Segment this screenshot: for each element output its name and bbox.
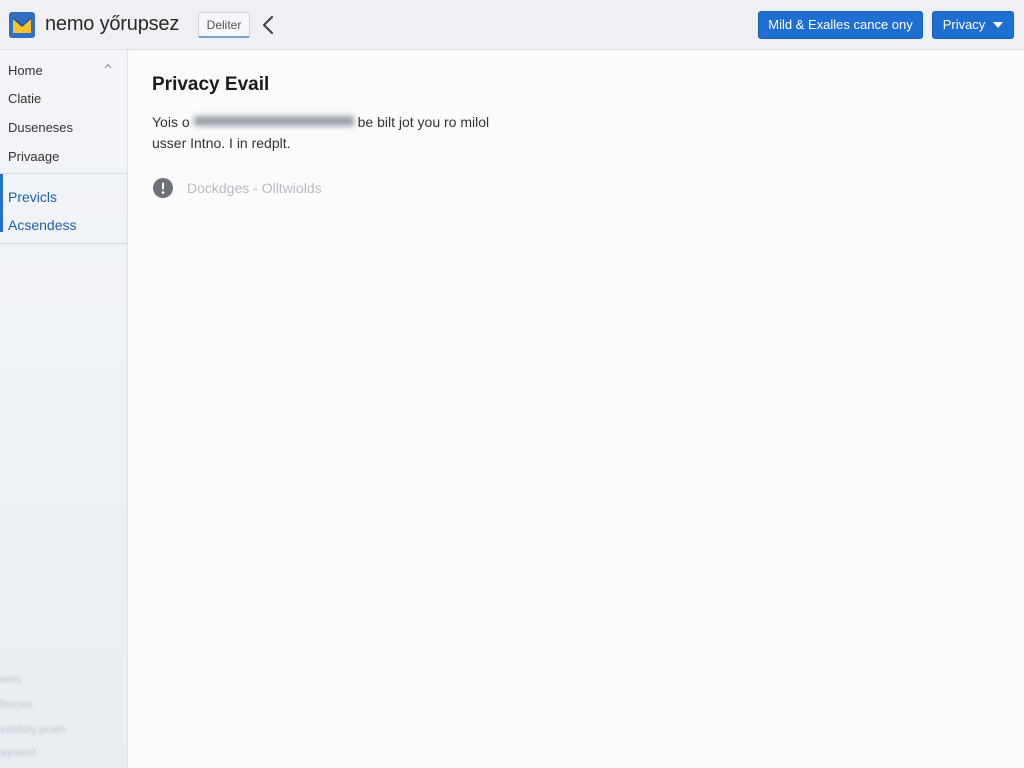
sidebar-item-clatie[interactable]: Clatie — [8, 91, 41, 106]
main-content: Privacy Evail Yois o be bilt jot you ro m… — [129, 51, 1024, 768]
top-header: nemo yőrupsez Deliter Mild & Exalles can… — [0, 0, 1024, 50]
app-title: nemo yőrupsez — [45, 13, 180, 35]
privacy-button-label: Privacy — [942, 17, 986, 32]
sidebar-faded-item: hooss — [0, 697, 33, 711]
active-indicator — [0, 174, 3, 232]
app-logo-icon[interactable] — [8, 11, 36, 39]
sidebar-link-acsendess[interactable]: Acsendess — [8, 217, 76, 233]
sidebar-faded-item: veldsly.poen — [0, 722, 66, 736]
app-window: nemo yőrupsez Deliter Mild & Exalles can… — [0, 0, 1024, 768]
sidebar-divider — [0, 243, 127, 244]
redacted-text — [193, 116, 354, 126]
caret-down-icon — [993, 22, 1004, 28]
status-text: Dockdges - Olltwiolds — [187, 180, 322, 196]
info-icon — [153, 178, 173, 198]
sidebar-faded-item: ayoent — [0, 745, 37, 759]
description-line-1: Yois o be bilt jot you ro milol — [152, 114, 489, 130]
description-start: Yois o — [152, 114, 190, 130]
description-line-2: usser Intno. I in redplt. — [152, 135, 291, 151]
sidebar-faded-item: wes — [0, 672, 22, 686]
chevron-left-icon[interactable] — [258, 14, 278, 36]
privacy-dropdown-button[interactable]: Privacy — [932, 11, 1014, 39]
tab-deliter[interactable]: Deliter — [198, 12, 250, 38]
description-end: be bilt jot you ro milol — [357, 114, 490, 130]
chevron-up-icon[interactable] — [104, 63, 112, 69]
sidebar-item-privaage[interactable]: Privaage — [8, 149, 59, 164]
sidebar-item-duseneses[interactable]: Duseneses — [8, 120, 73, 135]
sidebar: Home Clatie Duseneses Privaage Previcls … — [0, 50, 128, 768]
sidebar-link-previcls[interactable]: Previcls — [8, 189, 57, 205]
action-button[interactable]: Mild & Exalles cance ony — [758, 11, 923, 39]
sidebar-divider — [0, 173, 127, 174]
page-title: Privacy Evail — [152, 74, 270, 95]
sidebar-item-home[interactable]: Home — [8, 63, 43, 78]
